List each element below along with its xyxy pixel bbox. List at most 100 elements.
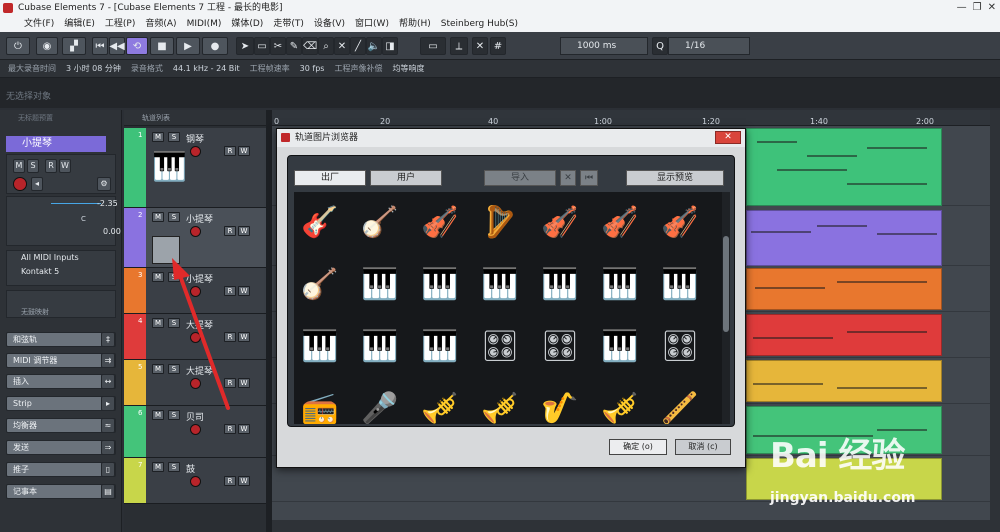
midi-part[interactable] [746,128,942,206]
track-solo-button[interactable]: S [168,212,180,222]
track-mute-button[interactable]: M [152,212,164,222]
draw-tool[interactable]: ✎ [286,37,302,55]
midi-part[interactable] [746,210,942,266]
track-mute-button[interactable]: M [152,410,164,420]
track-read-button[interactable]: R [224,146,236,156]
menu-project[interactable]: 工程(P) [100,16,140,32]
instrument-picture[interactable]: 🎻 [414,196,466,248]
track-color-strip[interactable] [124,314,146,359]
rewind-button[interactable]: ◀◀ [109,37,125,55]
track-record-button[interactable] [190,424,201,435]
quantize-preset-field[interactable]: 1/16 [668,37,750,55]
track-name[interactable]: 钢琴 [186,132,204,145]
monitor-button[interactable]: ◂ [31,177,43,191]
midi-output-select[interactable]: Kontakt 5 [21,267,59,276]
inspector-track-name[interactable]: 小提琴 [6,136,106,152]
instrument-picture[interactable]: 🎤 [354,382,406,425]
section-strip[interactable]: Strip ▸ [6,396,116,411]
instrument-picture[interactable]: 🎹 [474,258,526,310]
range-selection-tool[interactable]: ▭ [254,37,270,55]
track-record-button[interactable] [190,476,201,487]
instrument-picture[interactable]: 🎹 [414,320,466,372]
menu-help[interactable]: 帮助(H) [394,16,436,32]
inspector-read-button[interactable]: R [45,159,57,173]
instrument-picture[interactable]: 🪈 [654,382,706,425]
instrument-picture[interactable]: 🎹 [414,258,466,310]
instrument-picture[interactable]: 🎹 [354,258,406,310]
go-to-start-button[interactable]: ⏮ [92,37,108,55]
menu-window[interactable]: 窗口(W) [350,16,394,32]
menu-audio[interactable]: 音频(A) [140,16,181,32]
midi-part[interactable] [746,268,942,310]
menu-transport[interactable]: 走带(T) [268,16,309,32]
track-color-strip[interactable] [124,268,146,313]
track-write-button[interactable]: W [238,226,250,236]
window-layout-button[interactable]: ▭ [420,37,446,55]
section-midi-modifiers[interactable]: MIDI 调节器 ⇉ [6,353,116,368]
quantize-button[interactable]: Q [652,37,668,55]
play-button[interactable]: ▶ [176,37,200,55]
track-color-strip[interactable] [124,208,146,267]
instrument-picture[interactable]: 🎺 [594,382,646,425]
track-write-button[interactable]: W [238,146,250,156]
track-mute-button[interactable]: M [152,462,164,472]
minimize-button[interactable]: — [957,0,967,16]
menu-media[interactable]: 媒体(D) [226,16,268,32]
track-name[interactable]: 小提琴 [186,212,213,225]
instrument-picture[interactable]: 🎻 [594,196,646,248]
mute-tool[interactable]: ✕ [334,37,350,55]
dialog-close-button[interactable]: ✕ [715,131,741,144]
autoscroll-button[interactable]: ⟂ [450,37,468,55]
nudge-time-field[interactable]: 1000 ms [560,37,648,55]
instrument-picture[interactable]: 🪕 [354,196,406,248]
inspector-preset-header[interactable]: 无标题预置 [0,110,121,124]
instrument-picture[interactable]: 🪉 [474,196,526,248]
track-write-button[interactable]: W [238,424,250,434]
instrument-picture[interactable]: 🎛 [474,320,526,372]
section-fader[interactable]: 推子 ▯ [6,462,116,477]
import-button[interactable]: 导入 [484,170,556,186]
track-row[interactable]: 1 M S 钢琴 🎹 R W [124,128,266,208]
object-selection-tool[interactable]: ➤ [236,37,254,55]
track-solo-button[interactable]: S [168,462,180,472]
section-sends[interactable]: 发送 ⇒ [6,440,116,455]
show-preview-button[interactable]: 显示预览 [626,170,724,186]
snap-button[interactable]: ✕ [472,37,488,55]
instrument-picture[interactable]: 🎹 [294,320,346,372]
inspector-record-enable-button[interactable] [13,177,27,191]
color-tool[interactable]: ◨ [382,37,398,55]
track-mute-button[interactable]: M [152,272,164,282]
time-ruler[interactable]: 0 20 40 1:00 1:20 1:40 2:00 [272,110,990,126]
menu-devices[interactable]: 设备(V) [309,16,350,32]
tab-factory[interactable]: 出厂 [294,170,366,186]
delay-value[interactable]: 0.00 [103,227,121,236]
instrument-picture[interactable]: 🎹 [654,258,706,310]
grid-button[interactable]: # [490,37,506,55]
track-row[interactable]: 7 M S 鼓 R W [124,458,266,504]
maximize-button[interactable]: ❐ [973,0,982,16]
delete-button[interactable]: ✕ [560,170,576,186]
section-equalizers[interactable]: 均衡器 ≈ [6,418,116,433]
close-button[interactable]: ✕ [988,0,996,16]
track-color-strip[interactable] [124,406,146,457]
reset-button[interactable]: ⏮ [580,170,598,186]
instrument-picture[interactable]: 🎹 [354,320,406,372]
inspector-solo-button[interactable]: S [27,159,39,173]
zoom-tool[interactable]: ⌕ [318,37,334,55]
inspector-mute-button[interactable]: M [13,159,25,173]
menu-steinberg-hub[interactable]: Steinberg Hub(S) [436,16,523,32]
instrument-picture[interactable]: 🎺 [414,382,466,425]
instrument-picture[interactable]: 🎹 [534,258,586,310]
track-solo-button[interactable]: S [168,132,180,142]
inspector-write-button[interactable]: W [59,159,71,173]
gallery-scrollbar[interactable] [722,192,730,424]
track-color-strip[interactable] [124,458,146,503]
section-inserts[interactable]: 插入 ↔ [6,374,116,389]
track-color-strip[interactable] [124,360,146,405]
section-notepad[interactable]: 记事本 ▤ [6,484,116,499]
stop-button[interactable]: ■ [150,37,174,55]
track-read-button[interactable]: R [224,226,236,236]
menu-edit[interactable]: 编辑(E) [59,16,100,32]
cancel-button[interactable]: 取消 (c) [675,439,731,455]
menu-midi[interactable]: MIDI(M) [182,16,227,32]
